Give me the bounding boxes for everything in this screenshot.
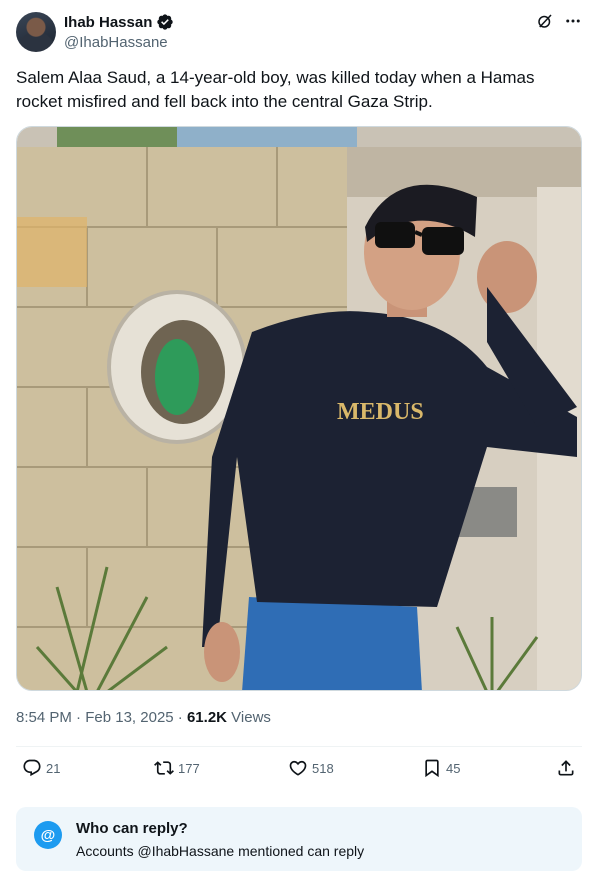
author-handle[interactable]: @IhabHassane (64, 34, 168, 51)
views-count: 61.2K (186, 709, 227, 726)
tweet-text: Salem Alaa Saud, a 14-year-old boy, was … (16, 68, 535, 111)
tweet-top-actions (536, 12, 582, 30)
share-button[interactable] (556, 758, 576, 778)
reply-restriction-box: @ Who can reply? Accounts @IhabHassane m… (16, 807, 582, 871)
author-avatar[interactable] (16, 12, 56, 52)
bookmark-count: 45 (446, 760, 461, 776)
like-button[interactable]: 518 (288, 758, 334, 778)
meta-separator: · (177, 709, 187, 726)
reply-icon (23, 759, 41, 777)
photo-boy-sunglasses: MEDUS (17, 127, 581, 690)
author-name[interactable]: Ihab Hassan (64, 14, 152, 31)
share-icon (558, 760, 574, 776)
repost-icon (154, 761, 174, 775)
reply-restriction-subtitle: Accounts @IhabHassane mentioned can repl… (76, 843, 365, 859)
tweet-date[interactable]: Feb 13, 2025 (85, 709, 173, 726)
like-count: 518 (312, 760, 334, 776)
tweet-image[interactable]: MEDUS (16, 126, 582, 691)
reply-restriction-title: Who can reply? (76, 820, 188, 837)
author-name-row: Ihab Hassan (64, 13, 174, 31)
bookmark-button[interactable]: 45 (422, 758, 460, 778)
reply-count: 21 (46, 760, 61, 776)
repost-button[interactable]: 177 (154, 758, 200, 778)
like-heart-icon (289, 760, 307, 776)
divider-top (16, 746, 582, 747)
bookmark-icon (425, 759, 439, 778)
more-options-icon[interactable] (564, 12, 582, 30)
tweet-meta: 8:54 PM · Feb 13, 2025 · 61.2K Views (16, 709, 271, 726)
meta-separator: · (76, 709, 86, 726)
verified-badge-icon (157, 14, 174, 30)
mention-at-icon: @ (34, 821, 62, 849)
reply-button[interactable]: 21 (22, 758, 60, 778)
tweet-time[interactable]: 8:54 PM (16, 709, 72, 726)
grok-icon[interactable] (536, 12, 554, 30)
shirt-logo-text: MEDUS (337, 399, 424, 425)
tweet-actions: 21 177 518 45 (16, 758, 582, 784)
views-label: Views (231, 709, 271, 726)
repost-count: 177 (178, 760, 200, 776)
